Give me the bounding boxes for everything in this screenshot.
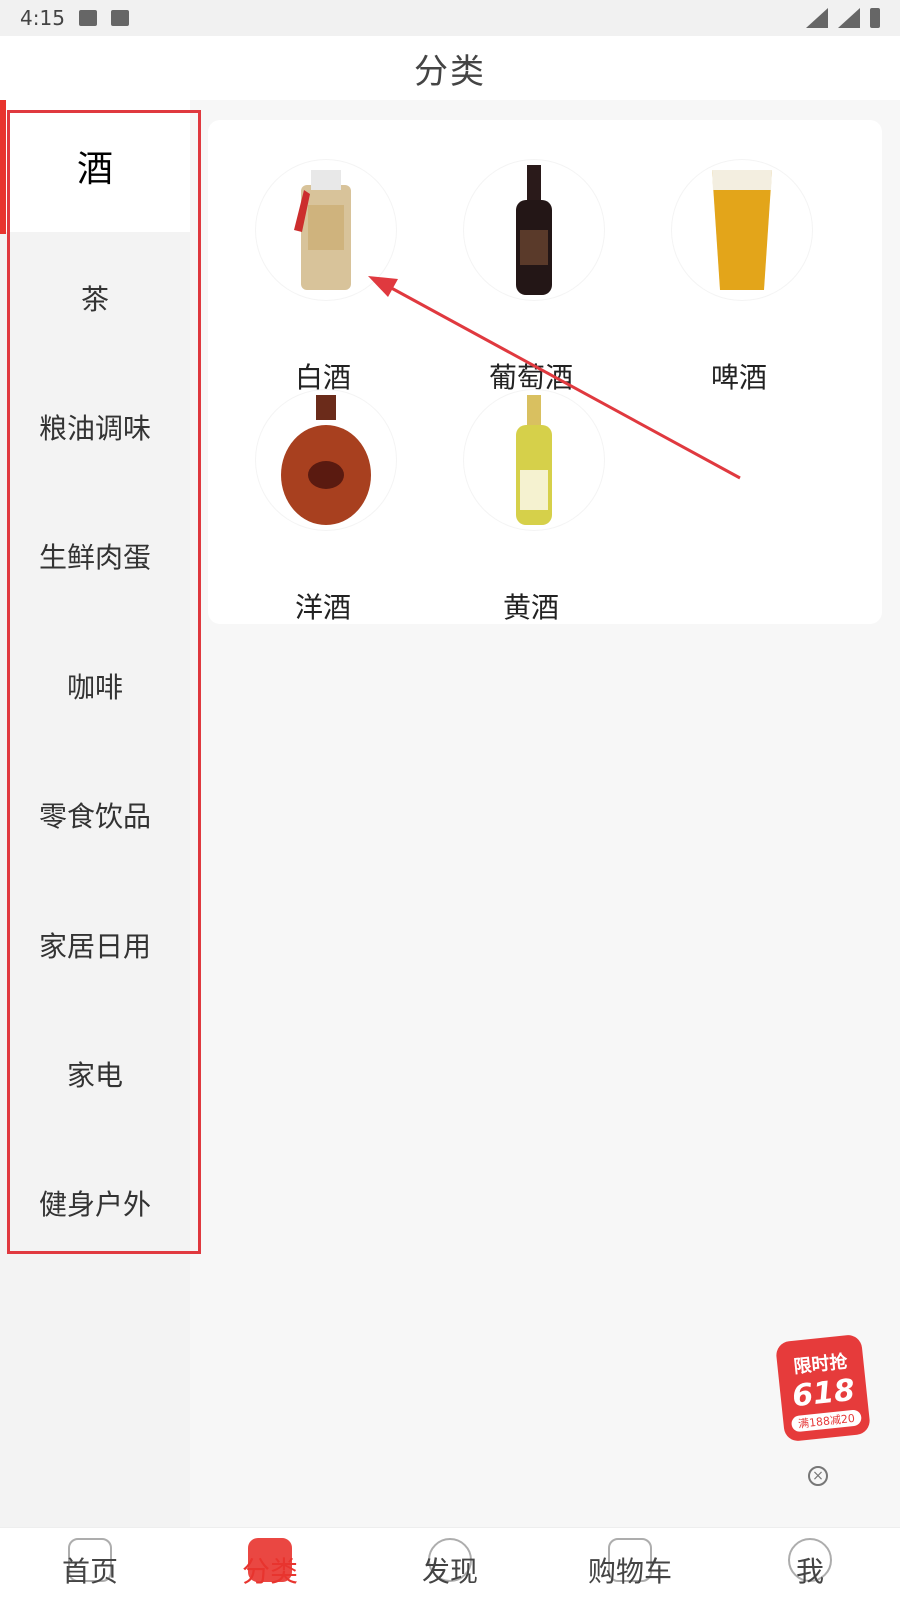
sidebar-item-label: 零食饮品 bbox=[38, 800, 151, 833]
sidebar-item-tea[interactable]: 茶 bbox=[0, 232, 190, 364]
nav-cart[interactable]: 购物车 bbox=[540, 1528, 720, 1601]
nav-label: 发现 bbox=[421, 1554, 478, 1588]
font-app-icon bbox=[110, 10, 129, 26]
subcategory-wine[interactable]: 葡萄酒 bbox=[426, 140, 636, 394]
subcategory-label: 黄酒 bbox=[502, 591, 559, 624]
sidebar-item-grain-oil[interactable]: 粮油调味 bbox=[0, 361, 190, 493]
sidebar-item-appliances[interactable]: 家电 bbox=[0, 1008, 190, 1140]
subcategory-label: 洋酒 bbox=[294, 591, 351, 624]
sidebar-item-label: 粮油调味 bbox=[38, 412, 151, 445]
xo-cognac-icon bbox=[256, 390, 396, 530]
sidebar-item-liquor[interactable]: 酒 bbox=[0, 100, 190, 234]
promo-close-icon[interactable]: × bbox=[808, 1466, 828, 1486]
nav-label: 分类 bbox=[241, 1554, 298, 1588]
subcategory-label: 啤酒 bbox=[710, 361, 767, 394]
sidebar-item-label: 茶 bbox=[80, 283, 109, 316]
sidebar-item-label: 咖啡 bbox=[66, 671, 123, 704]
signal-icon bbox=[838, 8, 860, 28]
wifi-icon bbox=[806, 8, 828, 28]
sidebar-item-snacks[interactable]: 零食饮品 bbox=[0, 749, 190, 881]
nav-category[interactable]: 分类 bbox=[180, 1528, 360, 1601]
active-indicator bbox=[0, 100, 6, 234]
page-title: 分类 bbox=[414, 51, 486, 92]
promo-618-badge[interactable]: 限时抢 618 满188减20 bbox=[772, 1318, 872, 1446]
sidebar-item-label: 生鲜肉蛋 bbox=[38, 541, 151, 574]
status-time: 4:15 bbox=[20, 6, 65, 30]
sidebar-item-label: 家电 bbox=[66, 1059, 123, 1092]
subcategory-yellow-wine[interactable]: 黄酒 bbox=[426, 370, 636, 624]
yellow-wine-bottle-icon bbox=[464, 390, 604, 530]
subcategory-beer[interactable]: 啤酒 bbox=[634, 140, 844, 394]
nav-label: 首页 bbox=[61, 1554, 118, 1588]
baijiu-bottle-icon bbox=[256, 160, 396, 300]
sidebar-item-fitness[interactable]: 健身户外 bbox=[0, 1137, 190, 1269]
sidebar-item-coffee[interactable]: 咖啡 bbox=[0, 620, 190, 752]
battery-icon bbox=[870, 8, 880, 28]
sidebar-item-label: 酒 bbox=[76, 149, 113, 190]
page-header: 分类 bbox=[0, 36, 900, 100]
wine-bottle-icon bbox=[464, 160, 604, 300]
nav-label: 我 bbox=[795, 1554, 824, 1588]
sidebar-item-label: 家居日用 bbox=[38, 930, 151, 963]
sidebar-item-household[interactable]: 家居日用 bbox=[0, 879, 190, 1011]
subcategory-card: 白酒 葡萄酒 啤酒 洋酒 黄酒 bbox=[208, 120, 882, 624]
sidebar-item-label: 健身户外 bbox=[38, 1188, 151, 1221]
sidebar-item-fresh[interactable]: 生鲜肉蛋 bbox=[0, 490, 190, 622]
nav-label: 购物车 bbox=[587, 1554, 672, 1588]
beer-glass-icon bbox=[672, 160, 812, 300]
nav-discover[interactable]: 发现 bbox=[360, 1528, 540, 1601]
promo-sticker: 限时抢 618 满188减20 bbox=[775, 1333, 871, 1443]
status-right-icons bbox=[806, 8, 880, 28]
promo-line2: 618 bbox=[790, 1372, 857, 1415]
gallery-icon bbox=[78, 10, 97, 26]
subcategory-foreign-liquor[interactable]: 洋酒 bbox=[218, 370, 428, 624]
category-sidebar: 酒 茶 粮油调味 生鲜肉蛋 咖啡 零食饮品 家居日用 家电 健身户外 bbox=[0, 100, 190, 1527]
nav-me[interactable]: 我 bbox=[720, 1528, 900, 1601]
bottom-nav: 首页 分类 发现 购物车 我 bbox=[0, 1527, 900, 1601]
nav-home[interactable]: 首页 bbox=[0, 1528, 180, 1601]
status-bar: 4:15 bbox=[0, 0, 900, 36]
subcategory-baijiu[interactable]: 白酒 bbox=[218, 140, 428, 394]
